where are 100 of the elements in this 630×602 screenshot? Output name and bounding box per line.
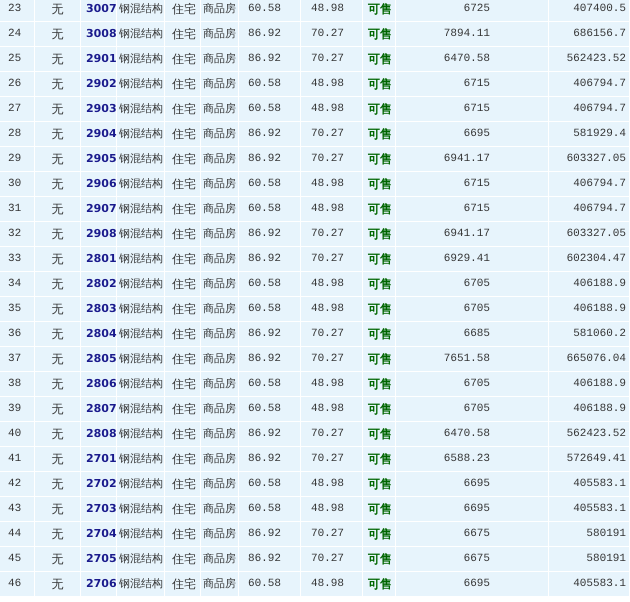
room-link[interactable]: 2705 [81, 547, 117, 572]
table-cell: 无 [35, 497, 81, 522]
table-cell: 60.58 [239, 272, 301, 297]
table-cell: 28 [0, 122, 35, 147]
table-cell: 钢混结构 [117, 147, 165, 172]
table-cell: 无 [35, 247, 81, 272]
table-cell: 可售 [363, 272, 396, 297]
table-cell: 86.92 [239, 322, 301, 347]
table-cell: 29 [0, 147, 35, 172]
table-cell: 48.98 [301, 0, 363, 22]
table-cell: 可售 [363, 197, 396, 222]
table-cell: 86.92 [239, 22, 301, 47]
room-link[interactable]: 2908 [81, 222, 117, 247]
table-cell: 70.27 [301, 322, 363, 347]
room-link[interactable]: 2902 [81, 72, 117, 97]
room-link[interactable]: 2706 [81, 572, 117, 597]
table-cell: 27 [0, 97, 35, 122]
table-cell: 572649.41 [549, 447, 630, 472]
table-cell: 406794.7 [549, 172, 630, 197]
table-cell: 48.98 [301, 272, 363, 297]
room-link[interactable]: 3008 [81, 22, 117, 47]
room-link[interactable]: 3007 [81, 0, 117, 22]
table-cell: 48.98 [301, 497, 363, 522]
room-link[interactable]: 2808 [81, 422, 117, 447]
table-cell: 86.92 [239, 422, 301, 447]
table-cell: 60.58 [239, 172, 301, 197]
table-cell: 6715 [396, 172, 549, 197]
table-cell: 钢混结构 [117, 497, 165, 522]
room-link[interactable]: 2701 [81, 447, 117, 472]
table-cell: 商品房 [201, 522, 239, 547]
room-link[interactable]: 2802 [81, 272, 117, 297]
table-cell: 可售 [363, 147, 396, 172]
table-cell: 商品房 [201, 347, 239, 372]
table-cell: 无 [35, 122, 81, 147]
table-cell: 6695 [396, 572, 549, 597]
table-cell: 可售 [363, 472, 396, 497]
table-cell: 住宅 [165, 22, 201, 47]
table-cell: 86.92 [239, 522, 301, 547]
room-link[interactable]: 2807 [81, 397, 117, 422]
room-link[interactable]: 2801 [81, 247, 117, 272]
table-cell: 70.27 [301, 522, 363, 547]
room-link[interactable]: 2704 [81, 522, 117, 547]
table-cell: 住宅 [165, 0, 201, 22]
table-cell: 406188.9 [549, 397, 630, 422]
room-link[interactable]: 2806 [81, 372, 117, 397]
room-link[interactable]: 2901 [81, 47, 117, 72]
room-link[interactable]: 2803 [81, 297, 117, 322]
table-cell: 6715 [396, 197, 549, 222]
table-cell: 商品房 [201, 122, 239, 147]
room-link[interactable]: 2804 [81, 322, 117, 347]
table-cell: 580191 [549, 522, 630, 547]
table-cell: 可售 [363, 497, 396, 522]
room-link[interactable]: 2703 [81, 497, 117, 522]
table-cell: 70.27 [301, 147, 363, 172]
table-cell: 可售 [363, 322, 396, 347]
room-link[interactable]: 2805 [81, 347, 117, 372]
table-cell: 6705 [396, 297, 549, 322]
table-cell: 住宅 [165, 297, 201, 322]
table-cell: 70.27 [301, 447, 363, 472]
table-cell: 商品房 [201, 447, 239, 472]
room-link[interactable]: 2904 [81, 122, 117, 147]
room-link[interactable]: 2702 [81, 472, 117, 497]
table-cell: 住宅 [165, 47, 201, 72]
table-cell: 钢混结构 [117, 422, 165, 447]
table-cell: 可售 [363, 572, 396, 597]
table-cell: 钢混结构 [117, 547, 165, 572]
table-cell: 406188.9 [549, 297, 630, 322]
table-cell: 钢混结构 [117, 0, 165, 22]
table-cell: 可售 [363, 447, 396, 472]
table-cell: 无 [35, 222, 81, 247]
table-cell: 住宅 [165, 547, 201, 572]
table-cell: 钢混结构 [117, 22, 165, 47]
room-link[interactable]: 2906 [81, 172, 117, 197]
table-cell: 住宅 [165, 147, 201, 172]
table-cell: 48.98 [301, 72, 363, 97]
table-cell: 钢混结构 [117, 97, 165, 122]
table-cell: 48.98 [301, 172, 363, 197]
table-cell: 6695 [396, 472, 549, 497]
table-cell: 70.27 [301, 122, 363, 147]
table-cell: 40 [0, 422, 35, 447]
table-cell: 无 [35, 472, 81, 497]
table-cell: 可售 [363, 47, 396, 72]
room-link[interactable]: 2907 [81, 197, 117, 222]
room-link[interactable]: 2903 [81, 97, 117, 122]
table-cell: 30 [0, 172, 35, 197]
table-cell: 住宅 [165, 472, 201, 497]
table-cell: 36 [0, 322, 35, 347]
table-cell: 可售 [363, 97, 396, 122]
table-cell: 86.92 [239, 122, 301, 147]
table-cell: 商品房 [201, 422, 239, 447]
table-cell: 86.92 [239, 447, 301, 472]
table-cell: 商品房 [201, 572, 239, 597]
table-cell: 可售 [363, 397, 396, 422]
table-cell: 钢混结构 [117, 247, 165, 272]
table-cell: 无 [35, 197, 81, 222]
room-link[interactable]: 2905 [81, 147, 117, 172]
table-cell: 6470.58 [396, 422, 549, 447]
table-cell: 41 [0, 447, 35, 472]
table-cell: 商品房 [201, 0, 239, 22]
table-cell: 405583.1 [549, 472, 630, 497]
